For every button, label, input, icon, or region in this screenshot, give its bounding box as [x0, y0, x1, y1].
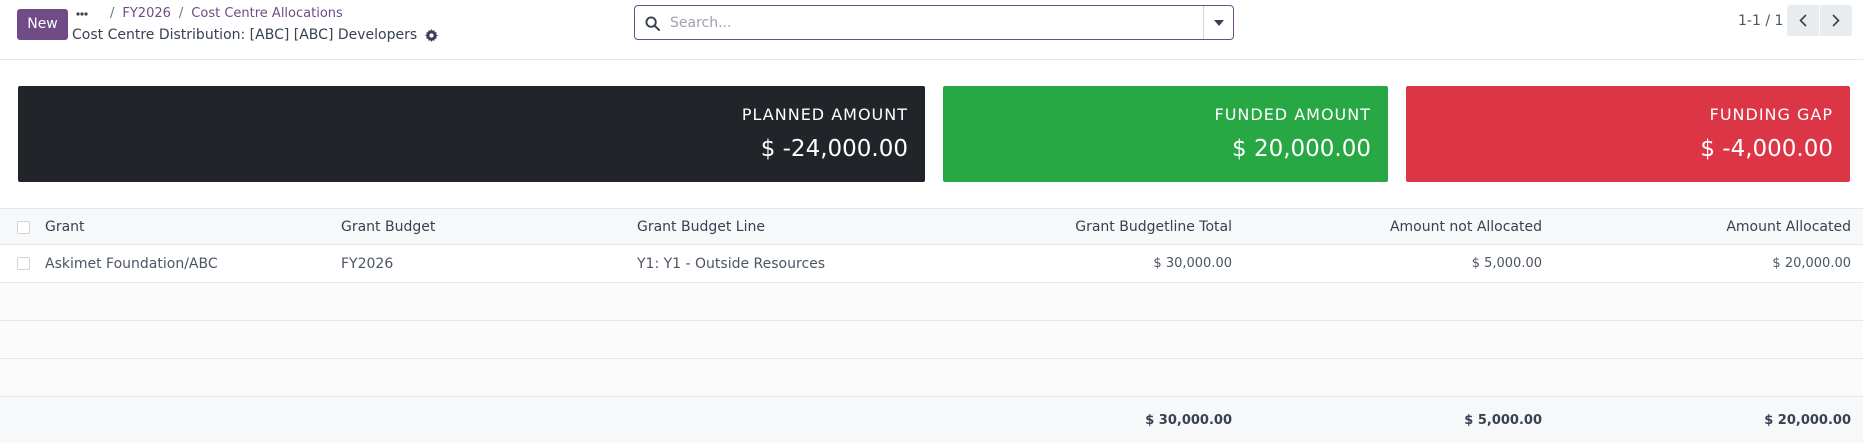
cell-budgetline-total: $ 30,000.00: [1153, 256, 1232, 271]
breadcrumb-separator: /: [110, 6, 115, 21]
breadcrumb: / FY2026 / Cost Centre Allocations: [74, 5, 343, 22]
column-header-amount-not-allocated[interactable]: Amount not Allocated: [1240, 209, 1542, 244]
cell-grant-budget: FY2026: [341, 255, 394, 272]
column-header-grant-budget-line[interactable]: Grant Budget Line: [637, 209, 937, 244]
funded-amount-card: FUNDED AMOUNT $ 20,000.00: [943, 86, 1388, 182]
breadcrumb-item-fy2026[interactable]: FY2026: [122, 6, 171, 21]
chevron-left-icon[interactable]: [1787, 5, 1819, 36]
page-title: Cost Centre Distribution: [ABC] [ABC] De…: [72, 26, 439, 44]
column-header-amount-allocated[interactable]: Amount Allocated: [1549, 209, 1851, 244]
total-budgetline-total: $ 30,000.00: [1145, 412, 1232, 428]
search-icon: [645, 16, 661, 32]
column-header-grant-budget[interactable]: Grant Budget: [341, 209, 631, 244]
column-header-budgetline-total[interactable]: Grant Budgetline Total: [936, 209, 1232, 244]
ellipsis-icon[interactable]: [74, 6, 90, 22]
table-header: Grant Grant Budget Grant Budget Line Gra…: [0, 208, 1863, 245]
new-button[interactable]: New: [17, 9, 68, 40]
cell-amount-allocated: $ 20,000.00: [1772, 256, 1851, 271]
select-all-checkbox[interactable]: [17, 221, 30, 234]
funding-gap-card: FUNDING GAP $ -4,000.00: [1406, 86, 1850, 182]
table-row[interactable]: Askimet Foundation/ABC FY2026 Y1: Y1 - O…: [0, 245, 1863, 283]
cell-amount-not-allocated: $ 5,000.00: [1471, 256, 1542, 271]
total-amount-not-allocated: $ 5,000.00: [1464, 412, 1542, 428]
cell-grant-budget-line: Y1: Y1 - Outside Resources: [637, 255, 826, 272]
caret-down-icon[interactable]: [1203, 6, 1233, 39]
total-amount-allocated: $ 20,000.00: [1764, 412, 1851, 428]
chevron-right-icon[interactable]: [1820, 5, 1852, 36]
control-panel: New / FY2026 / Cost Centre Allocations C…: [0, 0, 1863, 60]
search-bar: [634, 5, 1234, 40]
gear-icon[interactable]: [425, 28, 439, 42]
empty-row: [0, 283, 1863, 321]
empty-row: [0, 321, 1863, 359]
planned-amount-label: PLANNED AMOUNT: [741, 105, 908, 124]
record-title-text: Cost Centre Distribution: [ABC] [ABC] De…: [72, 27, 418, 43]
table-footer-totals: $ 30,000.00 $ 5,000.00 $ 20,000.00: [0, 397, 1863, 443]
empty-row: [0, 359, 1863, 397]
breadcrumb-item-cost-centre-allocations[interactable]: Cost Centre Allocations: [191, 6, 343, 21]
breadcrumb-separator: /: [178, 6, 184, 21]
allocation-table: Grant Grant Budget Grant Budget Line Gra…: [0, 208, 1863, 443]
funding-gap-label: FUNDING GAP: [1709, 105, 1833, 124]
row-checkbox[interactable]: [17, 257, 30, 270]
planned-amount-card: PLANNED AMOUNT $ -24,000.00: [18, 86, 925, 182]
planned-amount-value: $ -24,000.00: [760, 136, 908, 162]
pager-value[interactable]: 1-1 / 1: [1738, 13, 1783, 29]
funded-amount-value: $ 20,000.00: [1232, 136, 1371, 162]
cell-grant: Askimet Foundation/ABC: [45, 255, 218, 272]
funded-amount-label: FUNDED AMOUNT: [1214, 105, 1371, 124]
column-header-grant[interactable]: Grant: [45, 209, 335, 244]
funding-gap-value: $ -4,000.00: [1700, 136, 1833, 162]
search-input[interactable]: [670, 12, 1170, 34]
